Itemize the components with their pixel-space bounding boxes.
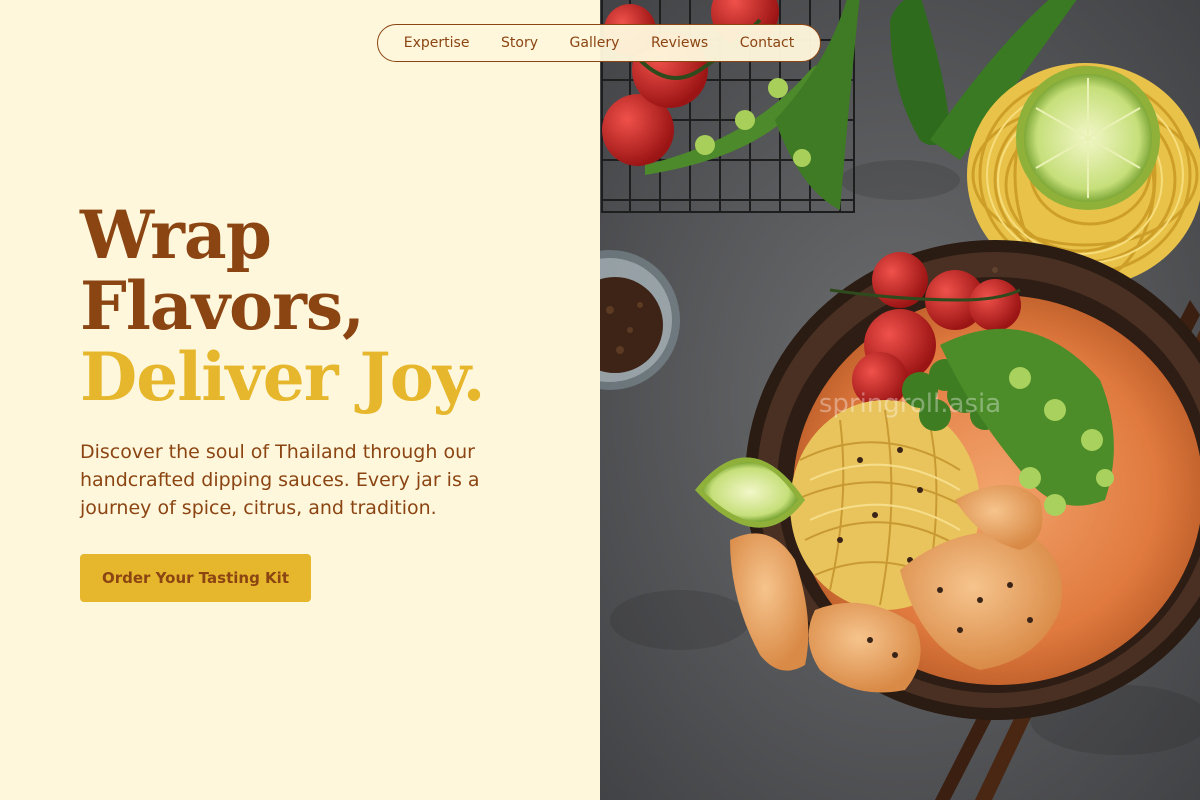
nav-link-contact[interactable]: Contact (740, 35, 794, 51)
hero-food-image: springroll.asia (600, 0, 1200, 800)
nav-link-reviews[interactable]: Reviews (651, 35, 708, 51)
curry-noodle-bowl-photo: springroll.asia (600, 0, 1200, 800)
nav-link-gallery[interactable]: Gallery (570, 35, 620, 51)
image-watermark: springroll.asia (819, 389, 1001, 419)
hero-text-panel: Wrap Flavors, Deliver Joy. Discover the … (0, 0, 600, 800)
headline-line-wrap: Wrap (80, 196, 272, 274)
order-tasting-kit-button[interactable]: Order Your Tasting Kit (80, 554, 311, 602)
hero-subtitle: Discover the soul of Thailand through ou… (80, 441, 480, 519)
hero-page: Wrap Flavors, Deliver Joy. Discover the … (0, 0, 1200, 800)
headline-line-flavors: Flavors, (80, 267, 365, 345)
top-navigation: Expertise Story Gallery Reviews Contact (377, 24, 821, 62)
nav-link-expertise[interactable]: Expertise (404, 35, 470, 51)
nav-link-story[interactable]: Story (501, 35, 538, 51)
hero-headline: Wrap Flavors, Deliver Joy. (80, 196, 485, 416)
headline-line-deliver-joy: Deliver Joy. (80, 338, 485, 416)
